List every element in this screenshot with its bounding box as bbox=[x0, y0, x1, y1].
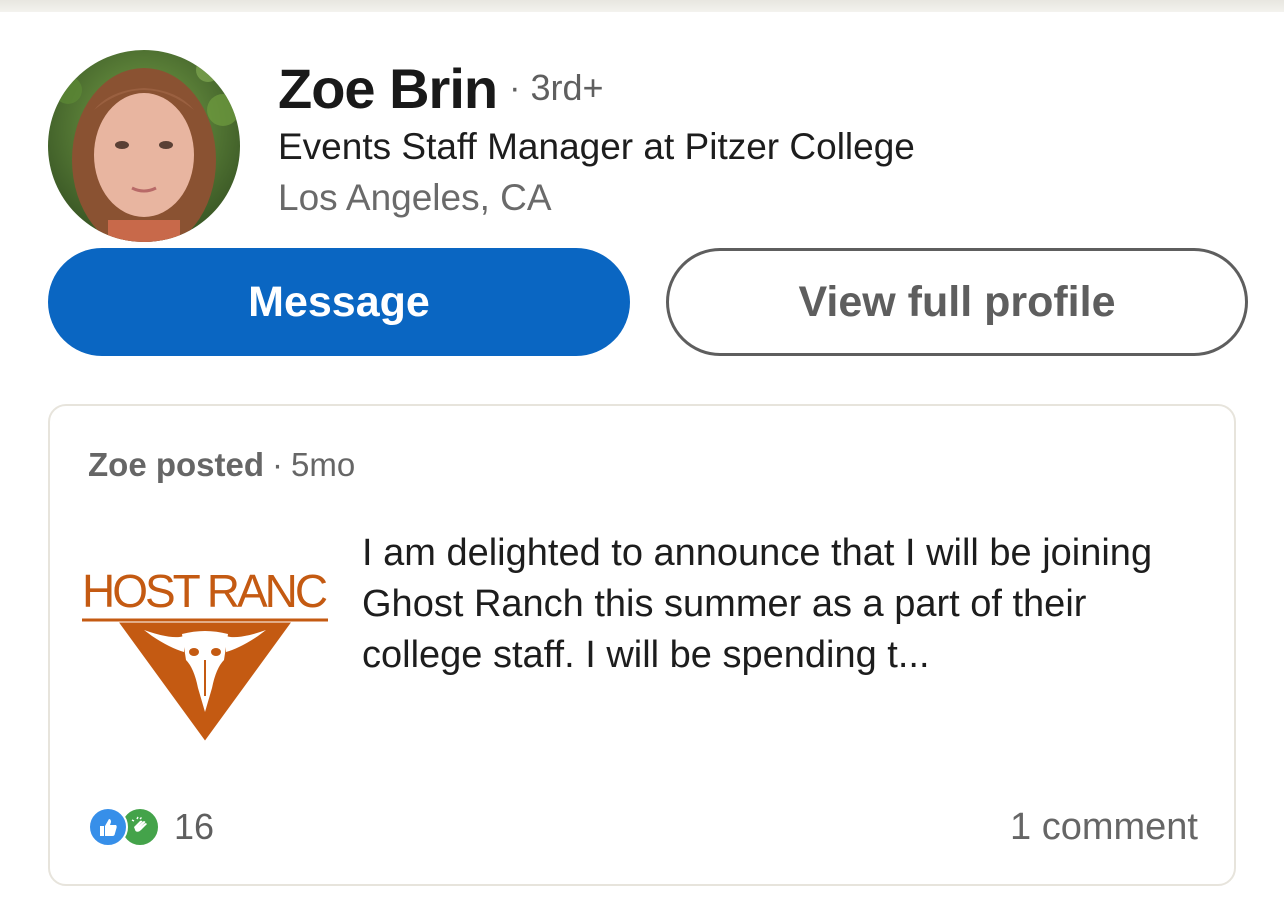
post-image-logo-text: HOST RANC bbox=[82, 565, 328, 617]
like-icon bbox=[88, 807, 128, 847]
post-meta: Zoe posted · 5mo bbox=[88, 446, 355, 484]
reaction-count: 16 bbox=[174, 806, 215, 847]
message-button[interactable]: Message bbox=[48, 248, 630, 356]
avatar[interactable] bbox=[48, 50, 240, 242]
profile-location: Los Angeles, CA bbox=[278, 177, 552, 218]
post-image[interactable]: HOST RANC bbox=[82, 556, 328, 742]
post-age: 5mo bbox=[291, 446, 356, 483]
comments-link[interactable]: 1 comment bbox=[1010, 804, 1198, 850]
degree-separator: · bbox=[509, 68, 521, 107]
post-text[interactable]: I am delighted to announce that I will b… bbox=[362, 528, 1212, 681]
top-edge bbox=[0, 0, 1284, 12]
reactions-summary[interactable]: 16 bbox=[88, 804, 214, 850]
post-meta-separator: · bbox=[272, 446, 284, 483]
post-author-label: Zoe posted bbox=[88, 446, 265, 483]
connection-degree: 3rd+ bbox=[530, 67, 604, 108]
name-row: Zoe Brin · 3rd+ bbox=[278, 55, 604, 121]
view-full-profile-button[interactable]: View full profile bbox=[666, 248, 1248, 356]
profile-name[interactable]: Zoe Brin bbox=[278, 56, 498, 121]
profile-headline: Events Staff Manager at Pitzer College bbox=[278, 126, 915, 167]
post-card[interactable]: Zoe posted · 5mo HOST RANC I am delighted … bbox=[48, 404, 1236, 886]
